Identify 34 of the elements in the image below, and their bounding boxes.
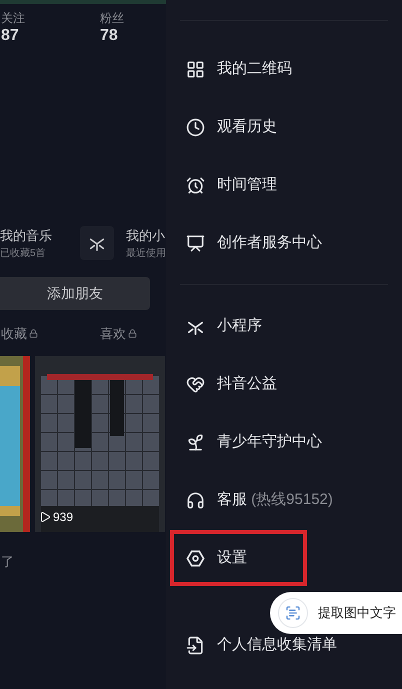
menu-item[interactable]: 创作者服务中心 (176, 215, 322, 271)
profile-tab[interactable]: 喜欢 (100, 324, 137, 344)
settings-icon (186, 548, 205, 568)
stat-value: 87 (1, 26, 20, 46)
menu-item[interactable]: 设置 (170, 530, 307, 586)
chart-screen-icon (186, 234, 205, 252)
caption-text: 了 (0, 552, 15, 570)
menu-item[interactable]: 时间管理 (176, 157, 277, 213)
menu-item[interactable]: 青少年守护中心 (176, 414, 322, 470)
sprout-icon (186, 432, 205, 452)
headset-icon (186, 490, 205, 510)
add-friend-button[interactable]: 添加朋友 (0, 276, 150, 310)
shortcut-subtitle: 已收藏5首 (0, 246, 47, 260)
play-count: 939 (53, 508, 74, 526)
menu-item[interactable]: 客服 (热线95152) (176, 472, 333, 528)
play-icon (39, 510, 51, 522)
document-icon (186, 636, 205, 654)
stat-label: 关注 (1, 10, 26, 26)
profile-tab[interactable]: 收藏 (0, 324, 100, 344)
shortcut-title: 我的小 (126, 227, 166, 245)
menu-item[interactable]: 抖音公益 (176, 356, 277, 412)
scan-text-icon (285, 605, 301, 621)
menu-item[interactable]: 小程序 (176, 298, 262, 354)
menu-item[interactable]: 我的二维码 (176, 41, 292, 97)
shortcut-subtitle: 最近使用 (126, 246, 166, 260)
stat-label: 粉丝 (100, 10, 125, 26)
shortcut-title: 我的音乐 (0, 227, 53, 245)
heart-hand-icon (186, 374, 205, 394)
alarm-clock-icon (186, 176, 205, 194)
menu-item[interactable]: 观看历史 (176, 99, 277, 155)
clock-icon (186, 118, 205, 136)
qr-code-icon (186, 60, 205, 78)
stat-value: 78 (100, 26, 119, 46)
extract-text-button[interactable]: 提取图中文字 (270, 592, 402, 634)
